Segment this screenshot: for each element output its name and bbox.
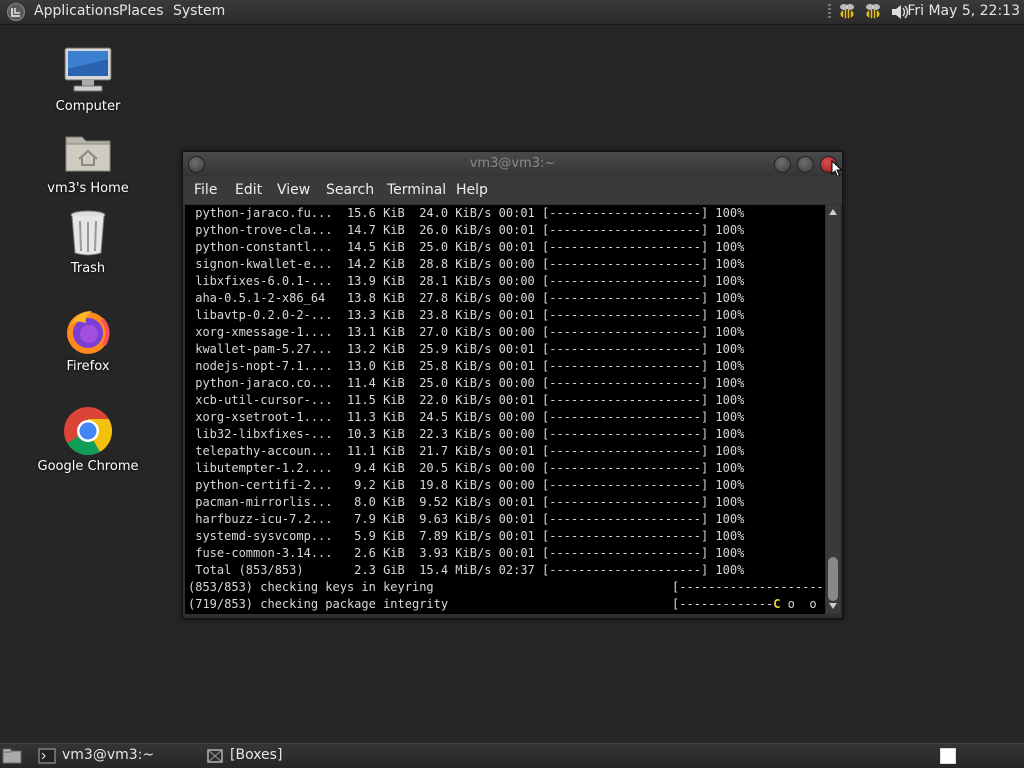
bee-applet-icon[interactable] [836,2,858,22]
terminal-progress-line: libutempter-1.2.... 9.4 KiB 20.5 KiB/s 0… [188,461,745,475]
places-menu[interactable]: Places [119,3,164,19]
applications-menu[interactable]: Applications [34,3,120,19]
terminal-progress-line: harfbuzz-icu-7.2... 7.9 KiB 9.63 KiB/s 0… [188,512,745,526]
desktop-icon-trash[interactable]: Trash [33,207,143,276]
terminal-status-line: (853/853) checking keys in keyring [----… [188,580,825,594]
terminal-progress-line: lib32-libxfixes-... 10.3 KiB 22.3 KiB/s … [188,427,745,441]
terminal-window: vm3@vm3:~ File Edit View Search Terminal… [182,151,843,619]
boxes-task-icon [207,749,223,763]
panel-clock[interactable]: Fri May 5, 22:13 [907,3,1020,19]
terminal-progress-line: pacman-mirrorlis... 8.0 KiB 9.52 KiB/s 0… [188,495,745,509]
terminal-progress-line: Total (853/853) 2.3 GiB 15.4 MiB/s 02:37… [188,563,745,577]
scroll-down-icon[interactable] [829,603,837,609]
chrome-icon [62,405,114,457]
bottom-panel: vm3@vm3:~ [Boxes] [0,743,1024,768]
maximize-icon[interactable] [797,156,814,173]
terminal-progress-line: xcb-util-cursor-... 11.5 KiB 22.0 KiB/s … [188,393,745,407]
window-menu-icon[interactable] [188,156,205,173]
taskbar-item-boxes[interactable]: [Boxes] [230,747,282,763]
desktop-icon-label: Firefox [66,359,110,374]
terminal-progress-line: nodejs-nopt-7.1.... 13.0 KiB 25.8 KiB/s … [188,359,745,373]
show-desktop-icon[interactable] [2,747,22,765]
terminal-progress-line: xorg-xmessage-1.... 13.1 KiB 27.0 KiB/s … [188,325,745,339]
desktop-icon-label: vm3's Home [47,181,129,196]
menu-file[interactable]: File [194,182,217,198]
terminal-progress-line: libavtp-0.2.0-2-... 13.3 KiB 23.8 KiB/s … [188,308,745,322]
terminal-progress-line: python-constantl... 14.5 KiB 25.0 KiB/s … [188,240,745,254]
window-title: vm3@vm3:~ [469,156,556,171]
terminal-progress-line: python-jaraco.fu... 15.6 KiB 24.0 KiB/s … [188,206,745,220]
taskbar-item-terminal[interactable]: vm3@vm3:~ [62,747,154,763]
minimize-icon[interactable] [774,156,791,173]
desktop-icon-home[interactable]: vm3's Home [33,127,143,196]
menu-terminal[interactable]: Terminal [387,182,446,198]
terminal-progress-line: xorg-xsetroot-1.... 11.3 KiB 24.5 KiB/s … [188,410,745,424]
menu-view[interactable]: View [277,182,310,198]
terminal-progress-line: aha-0.5.1-2-x86_64 13.8 KiB 27.8 KiB/s 0… [188,291,745,305]
terminal-progress-line: libxfixes-6.0.1-... 13.9 KiB 28.1 KiB/s … [188,274,745,288]
scroll-up-icon[interactable] [829,209,837,215]
terminal-scrollbar[interactable] [826,205,840,614]
menu-help[interactable]: Help [456,182,488,198]
terminal-status-line: (719/853) checking package integrity [--… [188,597,817,611]
terminal-progress-line: systemd-sysvcomp... 5.9 KiB 7.89 KiB/s 0… [188,529,745,543]
computer-icon [62,45,114,97]
terminal-progress-line: kwallet-pam-5.27... 13.2 KiB 25.9 KiB/s … [188,342,745,356]
terminal-titlebar[interactable]: vm3@vm3:~ [183,152,843,178]
terminal-output[interactable]: python-jaraco.fu... 15.6 KiB 24.0 KiB/s … [185,205,825,614]
terminal-progress-line: python-certifi-2... 9.2 KiB 19.8 KiB/s 0… [188,478,745,492]
desktop-icon-computer[interactable]: Computer [33,45,143,114]
top-panel: Applications Places System Fri May 5, 22… [0,0,1024,25]
desktop-icon-firefox[interactable]: Firefox [33,305,143,374]
home-folder-icon [62,127,114,179]
terminal-text: python-jaraco.fu... 15.6 KiB 24.0 KiB/s … [185,205,825,613]
workspace-switcher[interactable] [940,748,956,764]
scrollbar-thumb[interactable] [828,557,838,601]
distro-logo-icon[interactable] [6,2,26,22]
bee-applet-icon-2[interactable] [862,2,884,22]
desktop-icon-label: Trash [70,261,106,276]
terminal-progress-line: fuse-common-3.14... 2.6 KiB 3.93 KiB/s 0… [188,546,745,560]
desktop-icon-label: Google Chrome [37,459,139,474]
trash-icon [62,207,114,259]
terminal-menubar: File Edit View Search Terminal Help [183,176,842,204]
terminal-task-icon [38,748,56,764]
menu-search[interactable]: Search [326,182,374,198]
firefox-icon [62,305,114,357]
terminal-progress-line: python-jaraco.co... 11.4 KiB 25.0 KiB/s … [188,376,745,390]
desktop-icon-label: Computer [55,99,121,114]
desktop-icon-chrome[interactable]: Google Chrome [33,405,143,474]
menu-edit[interactable]: Edit [235,182,262,198]
terminal-progress-line: signon-kwallet-e... 14.2 KiB 28.8 KiB/s … [188,257,745,271]
panel-drag-handle[interactable] [828,4,831,20]
terminal-progress-line: telepathy-accoun... 11.1 KiB 21.7 KiB/s … [188,444,745,458]
system-menu[interactable]: System [173,3,225,19]
pacman-progress-icon: C [773,597,781,611]
terminal-progress-line: python-trove-cla... 14.7 KiB 26.0 KiB/s … [188,223,745,237]
